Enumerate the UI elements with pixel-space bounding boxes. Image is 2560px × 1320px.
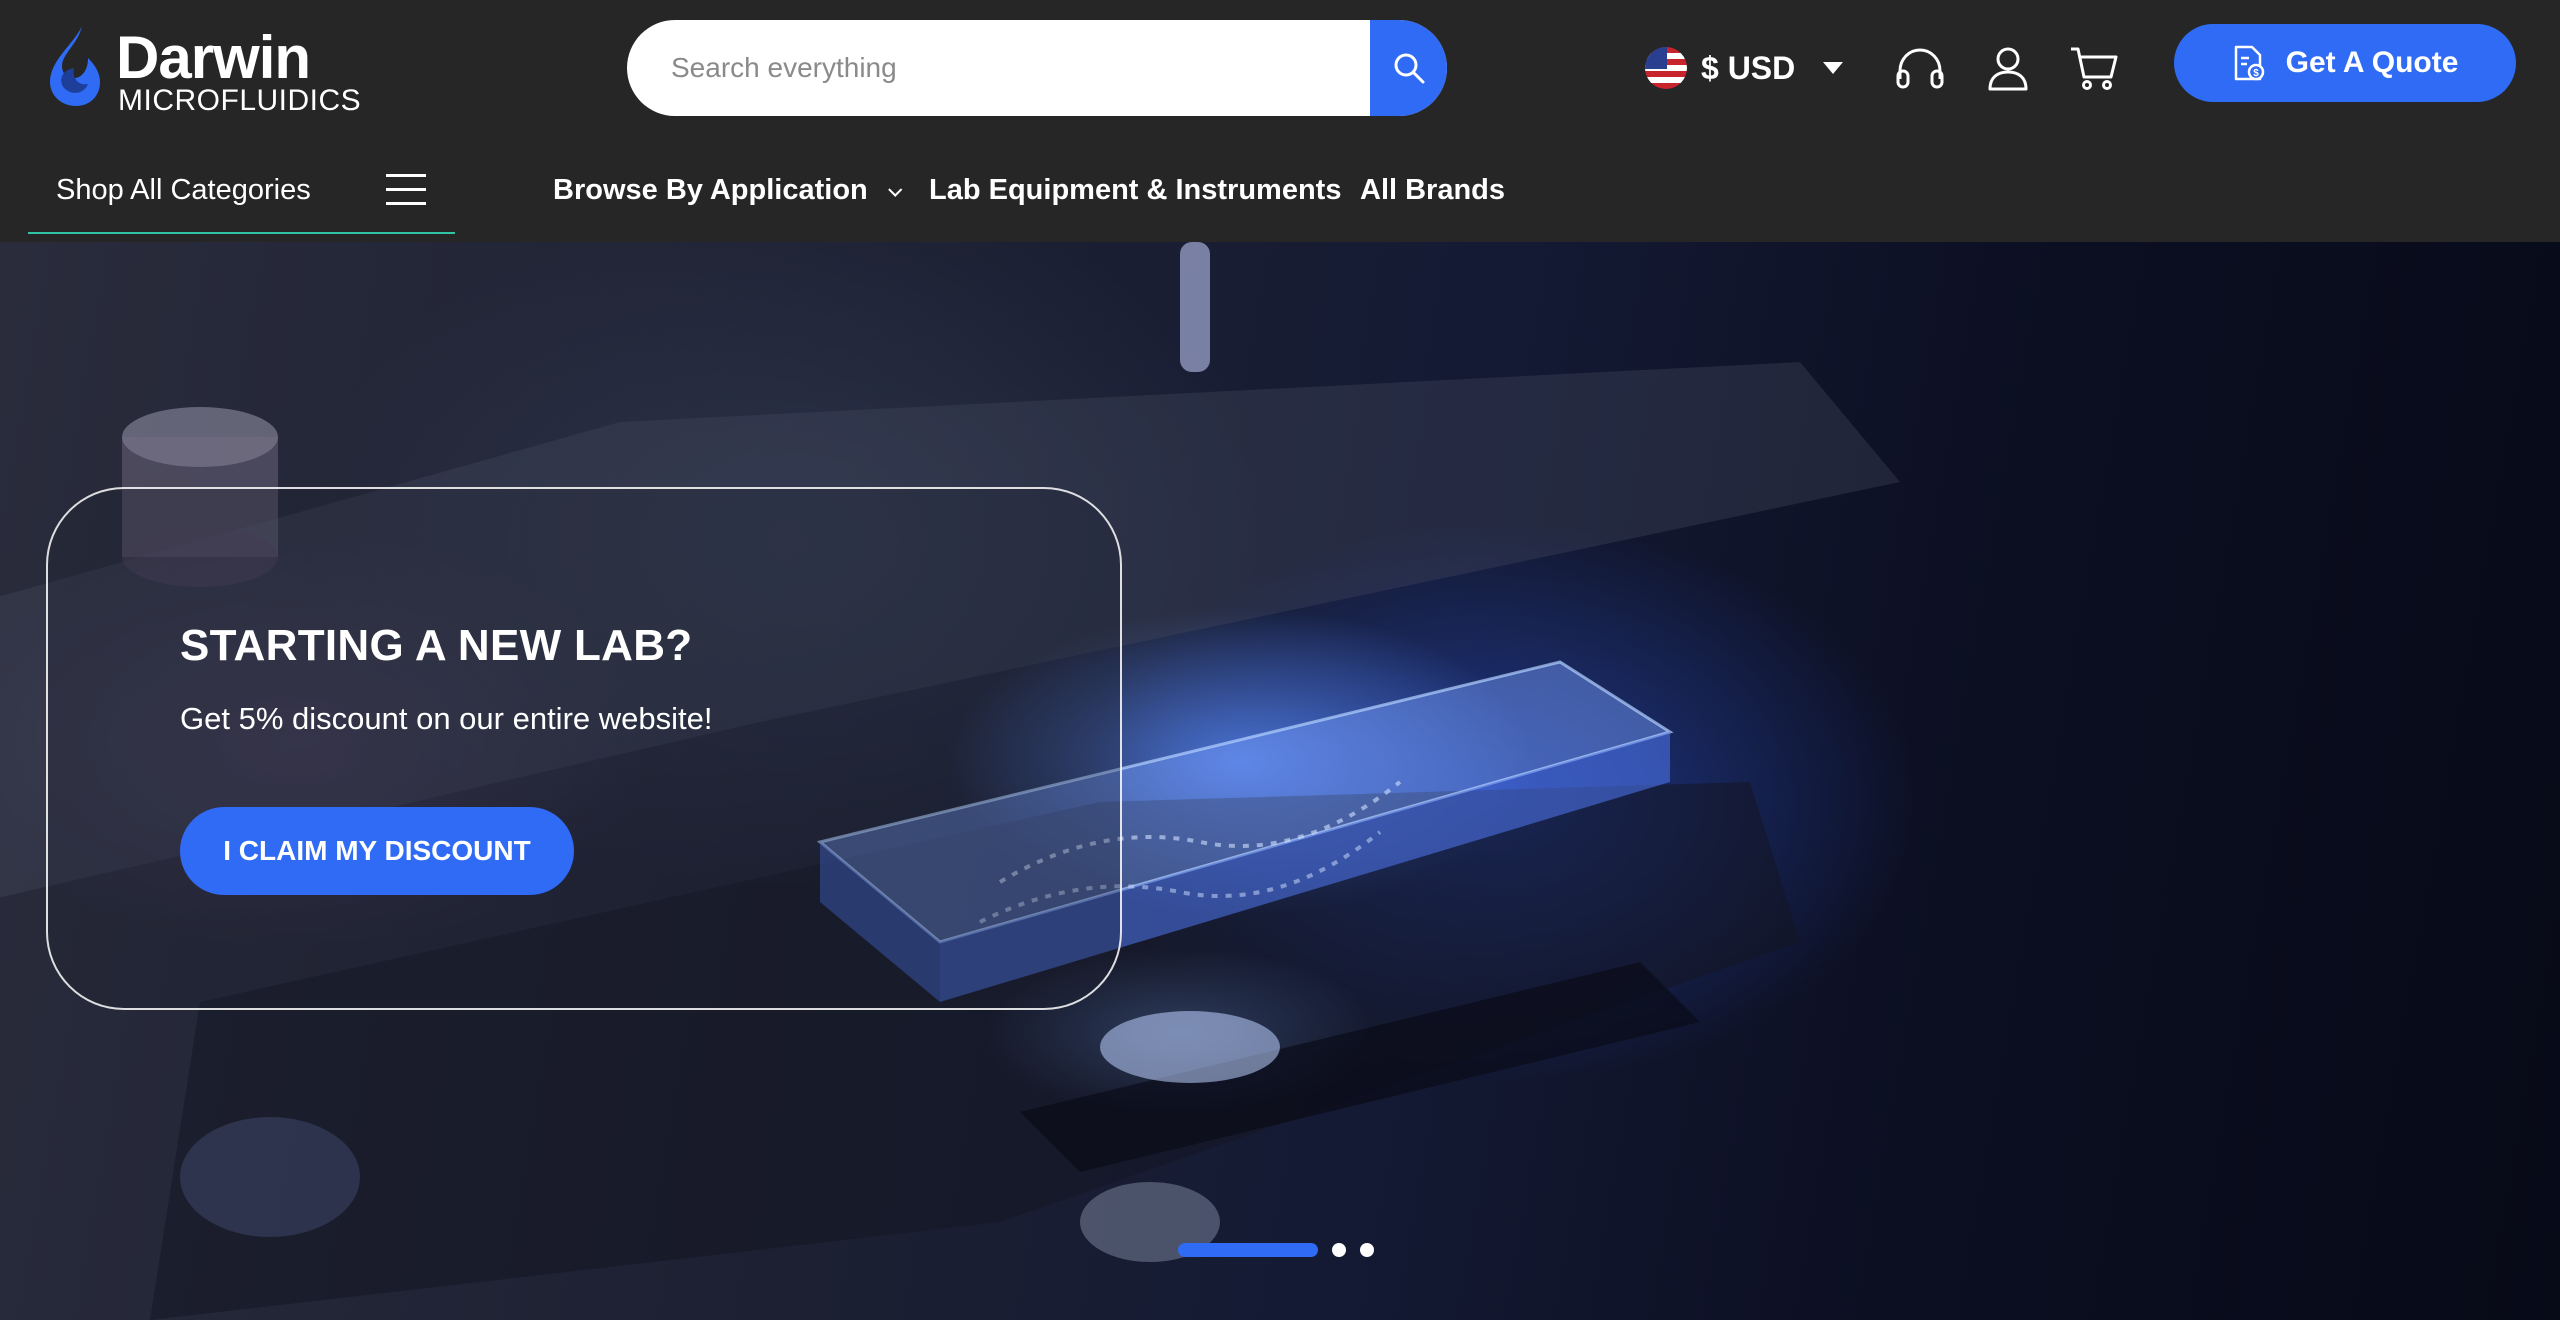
account-button[interactable] (1980, 40, 2036, 96)
nav-browse-by-application[interactable]: Browse By Application (553, 174, 903, 207)
shop-all-label: Shop All Categories (56, 174, 311, 206)
headset-icon (1896, 48, 1944, 89)
claim-discount-button[interactable]: I CLAIM MY DISCOUNT (180, 807, 574, 895)
shop-all-categories[interactable]: Shop All Categories (28, 166, 455, 234)
droplet-logo-icon (50, 26, 100, 106)
nav-all-brands[interactable]: All Brands (1360, 174, 1505, 207)
nav-item-label: Browse By Application (553, 174, 868, 206)
cart-icon (2071, 47, 2118, 90)
logo-wordmark: Darwin (116, 24, 311, 91)
cart-button[interactable] (2066, 40, 2122, 96)
hamburger-menu-icon (386, 174, 426, 206)
promo-card: STARTING A NEW LAB? Get 5% discount on o… (46, 487, 1122, 1010)
hero-banner: STARTING A NEW LAB? Get 5% discount on o… (0, 242, 2560, 1320)
slide-indicator-active[interactable] (1178, 1243, 1318, 1257)
search-icon (1394, 53, 1424, 84)
search-bar (627, 20, 1447, 116)
nav-lab-equipment[interactable]: Lab Equipment & Instruments (929, 174, 1341, 207)
currency-selector[interactable]: $ USD (1645, 40, 1844, 96)
slide-indicator[interactable] (1332, 1243, 1346, 1257)
user-icon (1988, 47, 2028, 91)
currency-label: $ USD (1701, 49, 1796, 86)
quote-document-icon: $ (2234, 45, 2264, 81)
slider-pagination (1178, 1242, 1374, 1258)
darwin-logo[interactable]: Darwin MICROFLUIDICS (44, 22, 361, 116)
logo-tagline: MICROFLUIDICS (118, 84, 362, 117)
get-a-quote-button[interactable]: $ Get A Quote (2174, 24, 2516, 102)
slide-indicator[interactable] (1360, 1243, 1374, 1257)
chevron-down-icon (887, 182, 903, 197)
nav-item-label: All Brands (1360, 174, 1506, 206)
top-header: Darwin MICROFLUIDICS $ USD (0, 0, 2560, 138)
promo-subtitle: Get 5% discount on our entire website! (180, 701, 713, 736)
search-input[interactable] (627, 20, 1367, 116)
svg-text:$: $ (2253, 68, 2259, 79)
nav-item-label: Lab Equipment & Instruments (929, 174, 1342, 206)
caret-down-icon (1823, 62, 1844, 74)
main-navigation: Shop All Categories Browse By Applicatio… (0, 138, 2560, 242)
promo-title: STARTING A NEW LAB? (180, 621, 693, 670)
us-flag-icon (1645, 47, 1687, 89)
search-button[interactable] (1370, 20, 1447, 116)
get-a-quote-label: Get A Quote (2285, 46, 2459, 79)
support-button[interactable] (1892, 40, 1948, 96)
